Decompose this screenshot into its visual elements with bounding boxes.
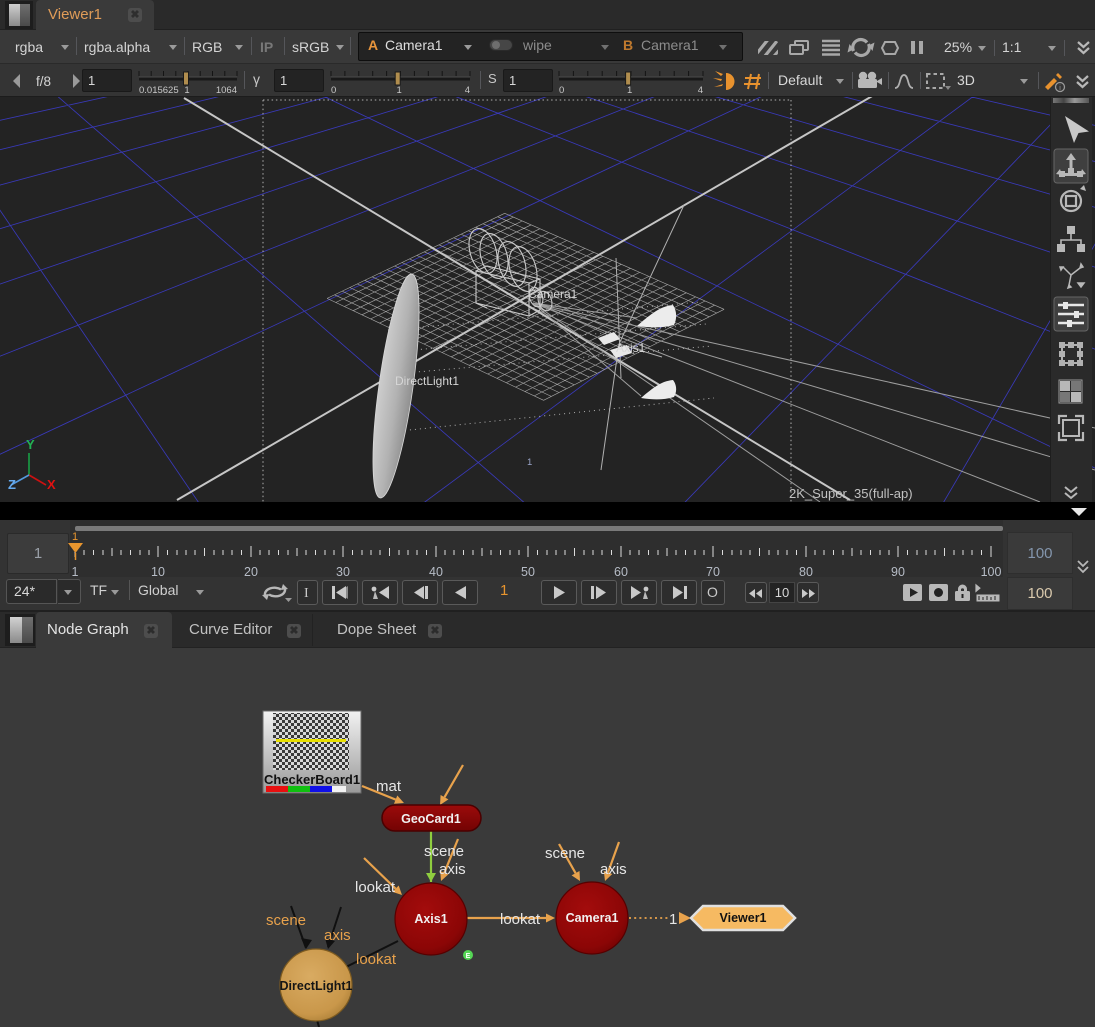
- svg-text:DirectLight1: DirectLight1: [280, 979, 353, 993]
- svg-text:25%: 25%: [944, 39, 972, 55]
- svg-text:lookat: lookat: [356, 951, 397, 968]
- svg-text:0.015625: 0.015625: [139, 85, 179, 95]
- svg-text:Axis1: Axis1: [414, 912, 447, 926]
- svg-text:scene: scene: [266, 912, 306, 929]
- svg-text:GeoCard1: GeoCard1: [401, 812, 461, 826]
- svg-text:scene: scene: [545, 845, 585, 862]
- svg-text:90: 90: [891, 565, 905, 577]
- svg-text:E: E: [466, 953, 471, 960]
- svg-text:Camera1: Camera1: [566, 911, 619, 925]
- svg-text:50: 50: [521, 565, 535, 577]
- svg-text:10: 10: [151, 565, 165, 577]
- svg-text:axis: axis: [439, 861, 466, 878]
- svg-text:lookat: lookat: [500, 911, 541, 928]
- svg-text:I: I: [304, 586, 309, 601]
- svg-text:20: 20: [244, 565, 258, 577]
- svg-text:Y: Y: [26, 437, 35, 452]
- svg-text:4: 4: [465, 85, 470, 95]
- svg-text:1:1: 1:1: [1002, 39, 1022, 55]
- svg-text:1: 1: [396, 85, 401, 95]
- svg-text:1: 1: [184, 85, 189, 95]
- svg-text:0: 0: [331, 85, 336, 95]
- svg-text:1: 1: [72, 531, 78, 543]
- svg-text:3D: 3D: [957, 72, 975, 88]
- svg-text:scene: scene: [424, 843, 464, 860]
- svg-text:axis: axis: [324, 927, 351, 944]
- svg-text:X: X: [47, 477, 56, 492]
- svg-text:Default: Default: [778, 72, 822, 88]
- svg-text:2K_Super_35(full-ap): 2K_Super_35(full-ap): [789, 486, 913, 501]
- svg-text:Camera1: Camera1: [528, 287, 578, 301]
- svg-text:lookat: lookat: [355, 879, 396, 896]
- svg-text:70: 70: [706, 565, 720, 577]
- svg-text:1: 1: [72, 565, 79, 577]
- svg-text:60: 60: [614, 565, 628, 577]
- svg-text:Z: Z: [8, 477, 16, 492]
- svg-text:CheckerBoard1: CheckerBoard1: [264, 772, 360, 787]
- svg-text:0: 0: [559, 85, 564, 95]
- svg-text:1064: 1064: [216, 85, 237, 95]
- svg-text:1: 1: [669, 911, 677, 928]
- svg-text:4: 4: [698, 85, 703, 95]
- svg-text:axis: axis: [600, 861, 627, 878]
- svg-text:Viewer1: Viewer1: [719, 911, 766, 925]
- svg-text:Axis1: Axis1: [616, 341, 646, 355]
- svg-text:mat: mat: [376, 778, 402, 795]
- svg-text:40: 40: [429, 565, 443, 577]
- svg-text:30: 30: [336, 565, 350, 577]
- svg-text:1: 1: [527, 457, 532, 468]
- svg-text:O: O: [707, 584, 718, 600]
- svg-text:80: 80: [799, 565, 813, 577]
- svg-text:100: 100: [981, 565, 1002, 577]
- svg-text:1: 1: [627, 85, 632, 95]
- svg-text:DirectLight1: DirectLight1: [395, 374, 459, 388]
- svg-text:f/8: f/8: [36, 74, 51, 89]
